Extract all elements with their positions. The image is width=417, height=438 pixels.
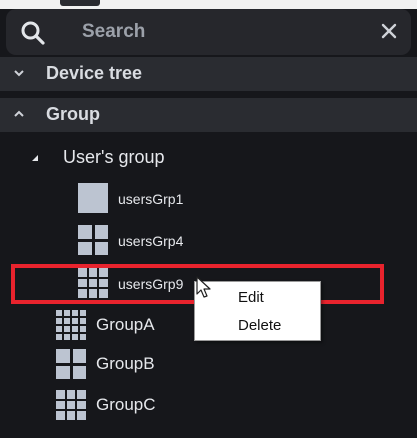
- collapse-icon[interactable]: [31, 154, 39, 162]
- section-group[interactable]: Group: [0, 98, 417, 132]
- section-device-tree[interactable]: Device tree: [0, 57, 417, 91]
- clear-search-icon[interactable]: [381, 23, 397, 39]
- menu-item-delete[interactable]: Delete: [195, 313, 320, 339]
- section-label: Device tree: [46, 63, 143, 83]
- section-label: Group: [46, 104, 100, 124]
- mouse-cursor-icon: [196, 276, 211, 298]
- tree-item-label: GroupB: [96, 354, 155, 373]
- search-icon: [21, 21, 45, 45]
- grid-4x4-icon: [56, 310, 86, 340]
- tree-item-label: usersGrp4: [118, 233, 184, 249]
- search-bar[interactable]: [6, 9, 411, 55]
- grid-3x3-icon: [56, 390, 86, 420]
- group-panel: Device tree Group User's group usersGrp1…: [0, 0, 417, 438]
- tree-item-groupc[interactable]: GroupC: [50, 390, 250, 422]
- tree-item-usersgrp1[interactable]: usersGrp1: [70, 183, 270, 215]
- tree-node-users-group[interactable]: User's group: [0, 142, 417, 174]
- tree-item-label: GroupA: [96, 315, 155, 334]
- top-edge: [0, 0, 417, 9]
- search-input[interactable]: [82, 17, 362, 47]
- menu-item-label: Delete: [238, 317, 282, 334]
- tree-item-groupb[interactable]: GroupB: [50, 349, 250, 381]
- tree-item-label: usersGrp1: [118, 191, 184, 207]
- tree-item-usersgrp4[interactable]: usersGrp4: [70, 225, 270, 257]
- grid-2x2-icon: [78, 225, 108, 255]
- chevron-down-icon: [14, 70, 24, 77]
- menu-item-label: Edit: [238, 289, 264, 306]
- single-view-icon: [78, 183, 108, 213]
- grid-2x2-icon: [56, 349, 86, 379]
- tree-item-label: GroupC: [96, 395, 156, 414]
- chevron-up-icon: [14, 110, 24, 117]
- tree-node-label: User's group: [63, 147, 165, 167]
